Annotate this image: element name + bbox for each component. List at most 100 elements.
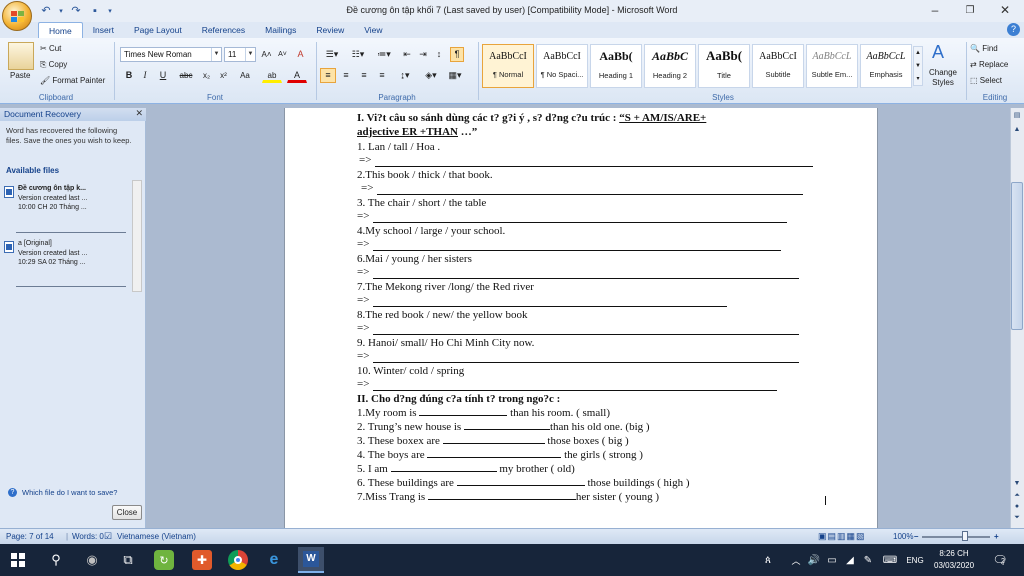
help-icon[interactable]: ? (1007, 23, 1020, 36)
edge-icon[interactable]: e (264, 550, 284, 570)
cut-button[interactable]: ✂ Cut (40, 43, 61, 54)
numbering-icon[interactable]: ☷▾ (346, 47, 370, 62)
styles-scroll-icon[interactable]: ▲ ▼ ▾ (913, 46, 923, 86)
style-heading-2[interactable]: AaBbC Heading 2 (644, 44, 696, 88)
blank[interactable] (390, 463, 497, 472)
close-icon[interactable]: ✕ (135, 108, 143, 119)
zoom-level[interactable]: 100% (893, 529, 913, 544)
document-page[interactable]: I. Vi?t câu so sánh dùng các t? g?i ý , … (284, 108, 878, 528)
which-file-link[interactable]: Which file do I want to save? (22, 488, 117, 497)
change-case-button[interactable]: Aa (234, 68, 256, 83)
style-no-spacing[interactable]: AaBbCcI ¶ No Spaci... (536, 44, 588, 88)
clear-formatting-button[interactable]: A (293, 47, 308, 62)
windows-start-icon[interactable] (8, 550, 28, 570)
blank[interactable] (456, 477, 585, 486)
increase-indent-icon[interactable]: ⇥ (416, 47, 430, 62)
style-normal[interactable]: AaBbCcI ¶ Normal (482, 44, 534, 88)
view-buttons-icon[interactable]: ▣▤▥▦▧ (818, 529, 866, 544)
superscript-button[interactable]: x² (216, 68, 231, 83)
office-button[interactable] (2, 1, 32, 31)
tab-insert[interactable]: Insert (83, 22, 124, 38)
close-window-button[interactable]: ✕ (990, 2, 1020, 19)
customize-qat-icon[interactable]: ▾ (106, 4, 114, 19)
font-color-button[interactable]: A (287, 68, 307, 83)
word-count[interactable]: Words: 0 (72, 529, 104, 544)
page-indicator[interactable]: Page: 7 of 14 (6, 529, 54, 544)
app-icon-green[interactable]: ↻ (154, 550, 174, 570)
style-subtitle[interactable]: AaBbCcI Subtitle (752, 44, 804, 88)
find-button[interactable]: 🔍 Find (970, 43, 998, 54)
decrease-indent-icon[interactable]: ⇤ (400, 47, 414, 62)
tab-home[interactable]: Home (38, 22, 83, 38)
save-icon[interactable]: ▪ (87, 4, 103, 19)
multilevel-list-icon[interactable]: ≔▾ (372, 47, 396, 62)
tab-mailings[interactable]: Mailings (255, 22, 306, 38)
previous-page-icon[interactable]: ⏶ (1011, 490, 1023, 501)
blank[interactable] (419, 407, 508, 416)
align-left-icon[interactable]: ≡ (320, 68, 336, 83)
wifi-icon[interactable]: ◢ (840, 550, 860, 570)
style-title[interactable]: AaBb(Title (698, 44, 750, 88)
tab-page-layout[interactable]: Page Layout (124, 22, 192, 38)
paste-button[interactable]: Paste (10, 70, 30, 81)
redo-icon[interactable]: ↷ (68, 4, 84, 19)
input-language[interactable]: ENG (902, 550, 928, 570)
font-size-combo[interactable]: 11 ▼ (224, 47, 256, 62)
app-icon-orange[interactable]: ✚ (192, 550, 212, 570)
blank[interactable] (427, 491, 576, 500)
blank[interactable] (442, 435, 545, 444)
change-styles-button[interactable]: Change Styles (926, 68, 960, 88)
language-indicator[interactable]: Vietnamese (Vietnam) (117, 529, 196, 544)
shading-icon[interactable]: ◈▾ (420, 68, 442, 83)
scroll-down-icon[interactable]: ▼ (1011, 478, 1023, 489)
justify-icon[interactable]: ≡ (374, 68, 390, 83)
blank[interactable] (463, 421, 550, 430)
word-taskbar-icon[interactable]: W (298, 547, 324, 573)
bullets-icon[interactable]: ☰▾ (320, 47, 344, 62)
select-button[interactable]: ⬚ Select (970, 75, 1002, 86)
style-heading-1[interactable]: AaBb(Heading 1 (590, 44, 642, 88)
recovered-file-1[interactable]: Đề cương ôn tập k... Version created las… (18, 184, 128, 213)
copy-button[interactable]: ⎘ Copy (40, 59, 67, 70)
cortana-icon[interactable]: ◉ (82, 550, 102, 570)
maximize-button[interactable]: ❐ (955, 2, 985, 19)
recovered-file-2[interactable]: a [Original] Version created last ... 10… (18, 239, 128, 268)
style-emphasis[interactable]: AaBbCcL Emphasis (860, 44, 912, 88)
highlight-button[interactable]: ab (262, 68, 282, 83)
align-right-icon[interactable]: ≡ (356, 68, 372, 83)
minimize-button[interactable]: – (920, 2, 950, 19)
zoom-out-button[interactable]: – (914, 529, 918, 544)
line-spacing-icon[interactable]: ↨▾ (394, 68, 416, 83)
next-page-icon[interactable]: ⏷ (1011, 512, 1023, 523)
pane-scrollbar[interactable] (132, 180, 142, 292)
font-name-combo[interactable]: Times New Roman ▼ (120, 47, 222, 62)
zoom-slider-thumb[interactable] (962, 531, 968, 541)
format-painter-button[interactable]: 🖌 Format Painter (40, 75, 105, 86)
proofing-icon[interactable]: ☑ (104, 529, 112, 544)
people-icon[interactable]: ጰ (758, 550, 778, 570)
blank[interactable] (427, 449, 562, 458)
undo-dropdown-icon[interactable]: ▾ (57, 4, 65, 19)
close-pane-button[interactable]: Close (112, 505, 142, 520)
style-subtle-emphasis[interactable]: AaBbCcL Subtle Em... (806, 44, 858, 88)
undo-icon[interactable]: ↶ (38, 4, 54, 19)
scrollbar-thumb[interactable] (1011, 182, 1023, 330)
zoom-in-button[interactable]: + (994, 529, 999, 544)
pen-icon[interactable]: ✎ (858, 550, 878, 570)
change-styles-icon[interactable]: A (932, 42, 944, 62)
select-browse-object-icon[interactable]: ● (1011, 501, 1023, 512)
borders-icon[interactable]: ▦▾ (444, 68, 466, 83)
task-view-icon[interactable]: ⧉ (118, 550, 138, 570)
tab-view[interactable]: View (354, 22, 392, 38)
show-hidden-icons[interactable]: ︿ (786, 550, 806, 570)
battery-icon[interactable]: ▭ (822, 550, 842, 570)
zoom-slider[interactable] (922, 536, 990, 538)
tab-references[interactable]: References (192, 22, 255, 38)
clock[interactable]: 8:26 CH 03/03/2020 (934, 548, 974, 572)
replace-button[interactable]: ⇄ Replace (970, 59, 1008, 70)
show-formatting-icon[interactable]: ¶ (450, 47, 464, 62)
keyboard-icon[interactable]: ⌨ (880, 550, 900, 570)
italic-button[interactable]: I (138, 68, 152, 83)
grow-font-button[interactable]: A˄ (259, 47, 274, 62)
ruler-toggle-icon[interactable]: ▤ (1011, 110, 1023, 121)
